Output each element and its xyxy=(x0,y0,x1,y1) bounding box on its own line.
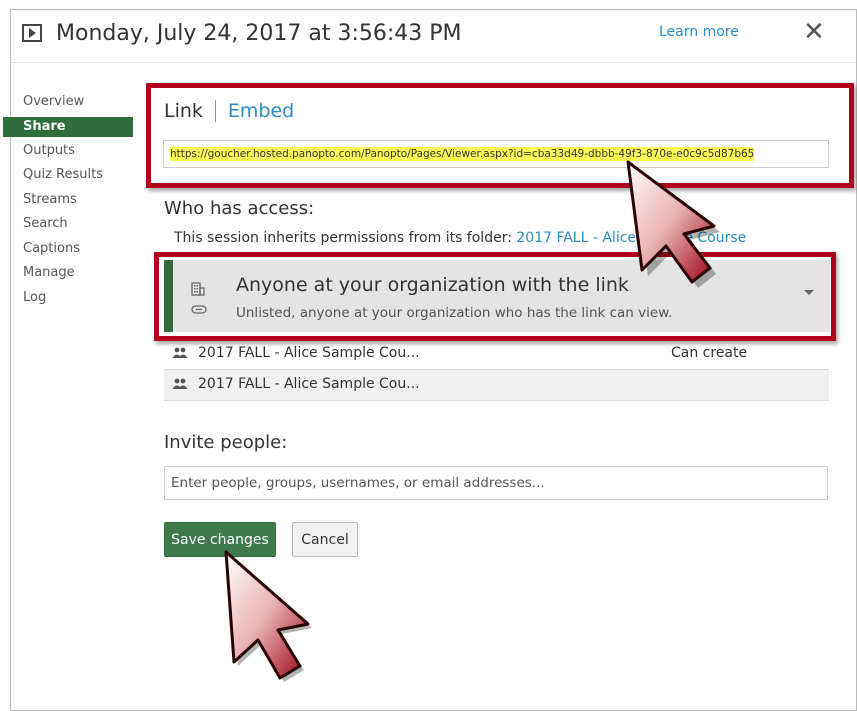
cursor-arrow-icon xyxy=(626,160,720,288)
sidebar-item-captions[interactable]: Captions xyxy=(3,237,133,262)
permission-role[interactable]: Can create xyxy=(671,345,747,361)
group-icon xyxy=(172,347,188,358)
cursor-arrow-icon xyxy=(224,550,312,682)
table-row[interactable]: 2017 FALL - Alice Sample Cou... Can crea… xyxy=(164,339,829,370)
sidebar-item-log[interactable]: Log xyxy=(3,286,133,311)
highlight-box-link xyxy=(146,83,854,188)
sidebar-item-manage[interactable]: Manage xyxy=(3,261,133,286)
close-icon[interactable]: ✕ xyxy=(803,18,825,46)
permission-name: 2017 FALL - Alice Sample Cou... xyxy=(198,345,420,361)
sidebar-item-streams[interactable]: Streams xyxy=(3,188,133,213)
sidebar-item-search[interactable]: Search xyxy=(3,212,133,237)
learn-more-link[interactable]: Learn more xyxy=(659,24,739,40)
header-divider xyxy=(11,62,856,63)
group-icon xyxy=(172,378,188,389)
invite-people-heading: Invite people: xyxy=(164,432,288,453)
table-row[interactable]: 2017 FALL - Alice Sample Cou... xyxy=(164,370,829,401)
inherit-prefix: This session inherits permissions from i… xyxy=(174,230,517,246)
highlight-box-access xyxy=(154,252,836,341)
dialog-title-row: Monday, July 24, 2017 at 3:56:43 PM xyxy=(22,18,462,48)
play-icon xyxy=(22,24,42,42)
sidebar-item-share[interactable]: Share xyxy=(3,116,133,137)
session-title: Monday, July 24, 2017 at 3:56:43 PM xyxy=(56,20,462,46)
sidebar-item-overview[interactable]: Overview xyxy=(3,90,133,115)
sidebar-nav: Overview Share Outputs Quiz Results Stre… xyxy=(3,90,133,310)
who-has-access-heading: Who has access: xyxy=(164,198,315,219)
invite-input[interactable] xyxy=(164,466,828,500)
sidebar-item-quiz-results[interactable]: Quiz Results xyxy=(3,163,133,188)
permission-name: 2017 FALL - Alice Sample Cou... xyxy=(198,376,420,392)
sidebar-item-outputs[interactable]: Outputs xyxy=(3,139,133,164)
